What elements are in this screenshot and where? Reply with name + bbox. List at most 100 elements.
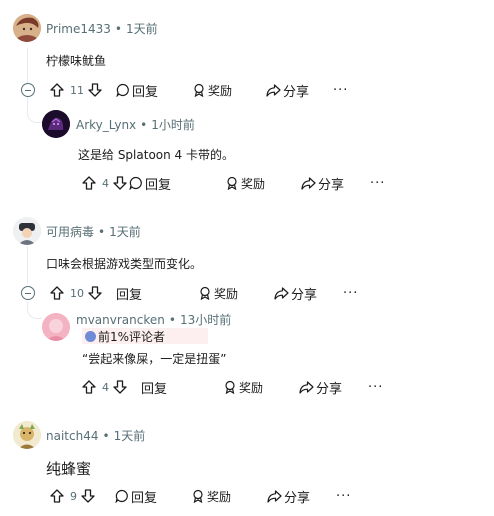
upvote-icon[interactable] xyxy=(50,286,64,300)
comment-icon xyxy=(116,83,130,97)
more-options-button[interactable]: ··· xyxy=(343,286,358,301)
downvote-icon[interactable] xyxy=(113,380,127,394)
comment-meta: 可用病毒 • 1天前 xyxy=(46,223,141,240)
timestamp: 13小时前 xyxy=(179,313,232,327)
vote-count: 9 xyxy=(70,489,77,503)
comment-actions: 10 回复 奖励 分享 ··· xyxy=(50,282,358,304)
more-options-button[interactable]: ··· xyxy=(333,83,348,98)
share-icon xyxy=(266,83,281,97)
more-options-button[interactable]: ··· xyxy=(368,380,383,395)
award-icon xyxy=(198,286,212,300)
avatar[interactable] xyxy=(13,421,41,449)
timestamp: 1天前 xyxy=(113,429,146,443)
vote-count: 11 xyxy=(70,83,84,97)
comment-actions: 4 回复 奖励 分享 ··· xyxy=(82,376,383,398)
award-button[interactable]: 奖励 xyxy=(223,379,263,396)
share-button[interactable]: 分享 xyxy=(301,174,344,193)
comment-meta: Prime1433 • 1天前 xyxy=(46,20,158,37)
avatar-image xyxy=(42,313,70,341)
comment-body: 纯蜂蜜 xyxy=(46,460,92,478)
vote-controls: 11 xyxy=(50,83,102,97)
separator: • xyxy=(102,429,110,443)
award-button[interactable]: 奖励 xyxy=(225,175,265,192)
share-label: 分享 xyxy=(291,287,318,303)
share-button[interactable]: 分享 xyxy=(299,378,342,397)
upvote-icon[interactable] xyxy=(50,489,64,503)
comment-actions: 11 回复 奖励 分享 ··· xyxy=(50,79,348,101)
award-label: 奖励 xyxy=(207,489,232,504)
share-icon xyxy=(267,489,282,503)
vote-controls: 4 xyxy=(82,380,127,394)
reply-button[interactable]: 回复 xyxy=(116,81,158,100)
reply-button[interactable]: 回复 xyxy=(141,378,167,397)
reply-button[interactable]: 回复 xyxy=(116,284,142,303)
more-options-button[interactable]: ··· xyxy=(370,176,385,191)
downvote-icon[interactable] xyxy=(88,83,102,97)
award-icon xyxy=(191,489,205,503)
flair-label: 前1%评论者 xyxy=(98,329,166,344)
thread-line xyxy=(27,246,28,284)
avatar[interactable] xyxy=(42,313,70,341)
reply-button[interactable]: 回复 xyxy=(115,487,157,506)
vote-count: 4 xyxy=(102,176,109,190)
avatar[interactable] xyxy=(13,14,41,42)
comment-icon xyxy=(115,489,129,503)
flair-icon xyxy=(85,330,96,342)
username[interactable]: Arky_Lynx xyxy=(76,118,136,132)
username[interactable]: 可用病毒 xyxy=(46,225,94,239)
collapse-thread-button[interactable] xyxy=(21,286,35,300)
comment-actions: 9 回复 奖励 分享 ··· xyxy=(50,485,351,507)
more-options-button[interactable]: ··· xyxy=(336,489,351,504)
downvote-icon[interactable] xyxy=(88,286,102,300)
reply-label: 回复 xyxy=(145,177,172,193)
avatar[interactable] xyxy=(42,110,70,138)
comment-actions: 4 回复 奖励 分享 ··· xyxy=(82,172,385,194)
comment-meta: Arky_Lynx • 1小时前 xyxy=(76,116,195,133)
upvote-icon[interactable] xyxy=(50,83,64,97)
username[interactable]: naitch44 xyxy=(46,429,98,443)
award-button[interactable]: 奖励 xyxy=(198,285,238,302)
downvote-icon[interactable] xyxy=(113,176,127,190)
separator: • xyxy=(114,22,122,36)
share-label: 分享 xyxy=(318,177,345,193)
avatar-image xyxy=(13,14,41,42)
upvote-icon[interactable] xyxy=(82,176,96,190)
comment-body: 柠檬味鱿鱼 xyxy=(46,54,107,68)
share-label: 分享 xyxy=(284,490,311,506)
username[interactable]: Prime1433 xyxy=(46,22,111,36)
vote-count: 10 xyxy=(70,286,84,300)
separator: • xyxy=(168,313,176,327)
share-button[interactable]: 分享 xyxy=(266,81,309,100)
thread-line xyxy=(27,48,28,86)
collapse-thread-button[interactable] xyxy=(21,83,35,97)
downvote-icon[interactable] xyxy=(81,489,95,503)
thread-connector xyxy=(27,304,42,319)
share-button[interactable]: 分享 xyxy=(274,284,317,303)
vote-controls: 4 xyxy=(82,176,127,190)
vote-controls: 10 xyxy=(50,286,102,300)
reply-label: 回复 xyxy=(141,381,168,397)
share-icon xyxy=(299,380,314,394)
share-label: 分享 xyxy=(283,84,310,100)
award-button[interactable]: 奖励 xyxy=(192,82,232,99)
comment-meta: mvanvrancken • 13小时前 xyxy=(76,311,231,328)
award-icon xyxy=(223,380,237,394)
comment-icon xyxy=(129,176,143,190)
reply-label: 回复 xyxy=(131,490,158,506)
avatar-image xyxy=(13,421,41,449)
award-button[interactable]: 奖励 xyxy=(191,488,231,505)
award-label: 奖励 xyxy=(208,83,233,98)
award-label: 奖励 xyxy=(214,286,239,301)
share-button[interactable]: 分享 xyxy=(267,487,310,506)
separator: • xyxy=(98,225,106,239)
reply-label: 回复 xyxy=(116,287,143,303)
avatar[interactable] xyxy=(13,217,41,245)
vote-controls: 9 xyxy=(50,489,95,503)
username[interactable]: mvanvrancken xyxy=(76,313,165,327)
share-icon xyxy=(301,176,316,190)
reply-button[interactable]: 回复 xyxy=(129,174,171,193)
award-icon xyxy=(192,83,206,97)
comment-meta: naitch44 • 1天前 xyxy=(46,427,145,444)
upvote-icon[interactable] xyxy=(82,380,96,394)
timestamp: 1天前 xyxy=(109,225,141,239)
